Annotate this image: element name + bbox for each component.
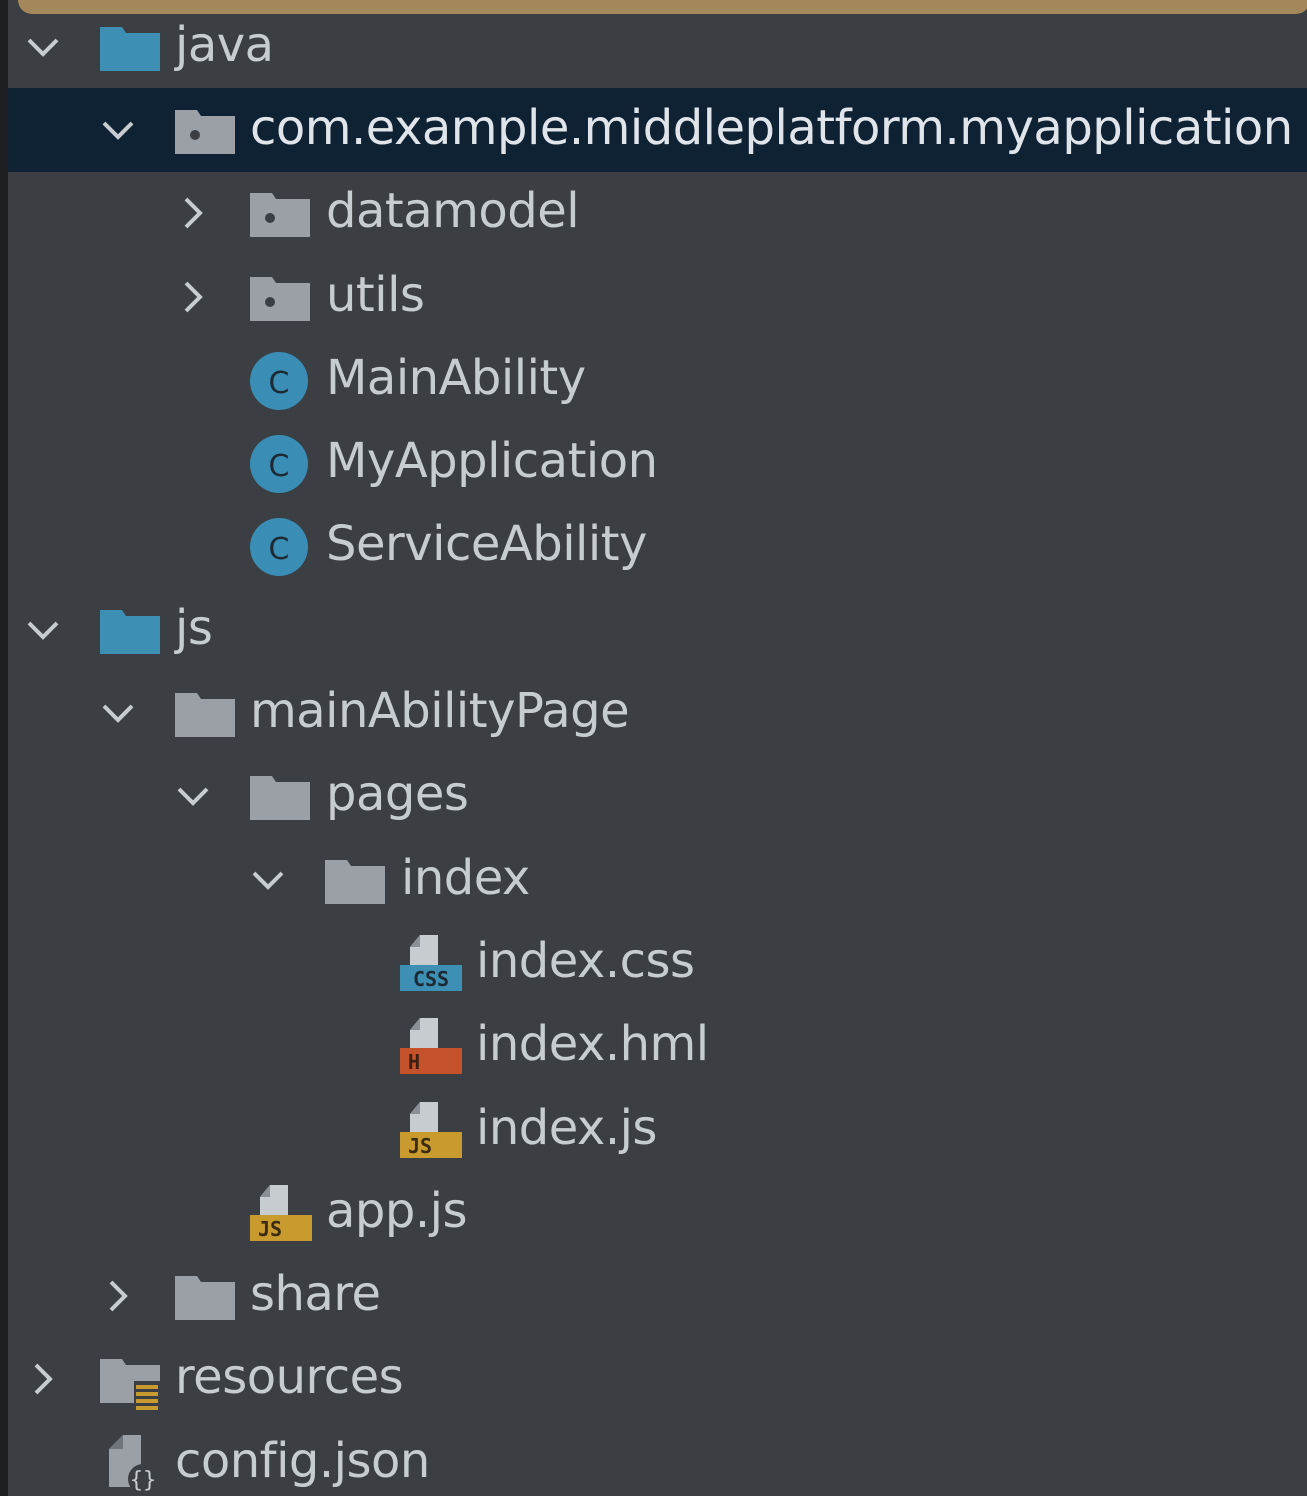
tree-item-label: config.json (175, 1432, 430, 1489)
tree-item-java[interactable]: java (8, 5, 1307, 88)
source-folder-icon (98, 598, 162, 662)
svg-text:{}: {} (130, 1468, 157, 1493)
class-badge-letter: C (269, 532, 290, 567)
source-folder-icon (98, 15, 162, 79)
folder-icon (248, 764, 312, 828)
chevron-right-icon[interactable] (23, 1359, 63, 1399)
js-badge-text: JS (408, 1134, 432, 1158)
tree-item-resources[interactable]: resources (8, 1338, 1307, 1421)
tree-item-mainabilitypage[interactable]: mainAbilityPage (8, 671, 1307, 754)
project-tree: java com.example.middleplatform.myapplic… (8, 5, 1307, 1496)
tree-item-label: datamodel (326, 182, 580, 239)
tree-item-index-folder[interactable]: index (8, 838, 1307, 921)
json-file-icon: {} (103, 1431, 167, 1495)
tree-item-serviceability[interactable]: C ServiceAbility (8, 505, 1307, 588)
tree-item-label: index.css (476, 932, 695, 989)
tree-item-label: MainAbility (326, 349, 586, 406)
tree-item-label: resources (175, 1349, 404, 1406)
chevron-right-icon[interactable] (98, 1276, 138, 1316)
chevron-right-icon[interactable] (173, 193, 213, 233)
tree-item-label: index (401, 849, 530, 906)
chevron-down-icon[interactable] (98, 110, 138, 150)
js-file-icon: JS (398, 1098, 462, 1162)
chevron-down-icon[interactable] (23, 610, 63, 650)
tree-item-app-js[interactable]: JS app.js (8, 1171, 1307, 1254)
chevron-down-icon[interactable] (23, 27, 63, 67)
tree-item-label: com.example.middleplatform.myapplication (250, 99, 1293, 156)
folder-icon (323, 848, 387, 912)
tree-item-label: MyApplication (326, 432, 658, 489)
tree-item-label: pages (326, 766, 469, 823)
tree-item-index-css[interactable]: CSS index.css (8, 921, 1307, 1004)
tree-item-label: app.js (326, 1182, 467, 1239)
tree-item-share[interactable]: share (8, 1254, 1307, 1337)
hml-file-icon: H (398, 1014, 462, 1078)
package-icon (173, 98, 237, 162)
tree-item-label: ServiceAbility (326, 516, 647, 573)
js-file-icon: JS (248, 1181, 312, 1245)
java-class-icon: C (248, 431, 312, 495)
js-badge-text: JS (258, 1217, 282, 1241)
tree-item-label: index.hml (476, 1015, 709, 1072)
project-tree-panel: java com.example.middleplatform.myapplic… (8, 0, 1307, 1496)
tree-item-label: mainAbilityPage (250, 682, 630, 739)
tree-item-utils[interactable]: utils (8, 255, 1307, 338)
chevron-down-icon[interactable] (98, 693, 138, 733)
tree-item-datamodel[interactable]: datamodel (8, 172, 1307, 255)
class-badge-letter: C (269, 449, 290, 484)
chevron-right-icon[interactable] (173, 277, 213, 317)
chevron-down-icon[interactable] (248, 860, 288, 900)
css-badge-text: CSS (413, 967, 449, 991)
tree-item-js[interactable]: js (8, 588, 1307, 671)
tree-item-label: utils (326, 266, 425, 323)
tree-item-pages[interactable]: pages (8, 755, 1307, 838)
tree-item-label: index.js (476, 1099, 657, 1156)
tree-item-package-root[interactable]: com.example.middleplatform.myapplication (8, 88, 1307, 172)
hml-badge-text: H (408, 1050, 420, 1074)
tree-item-label: share (250, 1265, 381, 1322)
tree-item-config-json[interactable]: {} config.json (8, 1421, 1307, 1496)
tree-item-index-hml[interactable]: H index.hml (8, 1005, 1307, 1088)
tree-item-label: js (175, 599, 213, 656)
java-class-icon: C (248, 514, 312, 578)
folder-icon (173, 681, 237, 745)
tree-item-label: java (175, 16, 274, 73)
folder-icon (173, 1264, 237, 1328)
package-icon (248, 181, 312, 245)
chevron-down-icon[interactable] (173, 776, 213, 816)
tree-item-mainability[interactable]: C MainAbility (8, 338, 1307, 421)
package-icon (248, 265, 312, 329)
tree-item-index-js[interactable]: JS index.js (8, 1088, 1307, 1171)
tree-item-myapplication[interactable]: C MyApplication (8, 421, 1307, 504)
css-file-icon: CSS (398, 931, 462, 995)
resources-folder-icon (98, 1347, 162, 1411)
java-class-icon: C (248, 348, 312, 412)
class-badge-letter: C (269, 366, 290, 401)
